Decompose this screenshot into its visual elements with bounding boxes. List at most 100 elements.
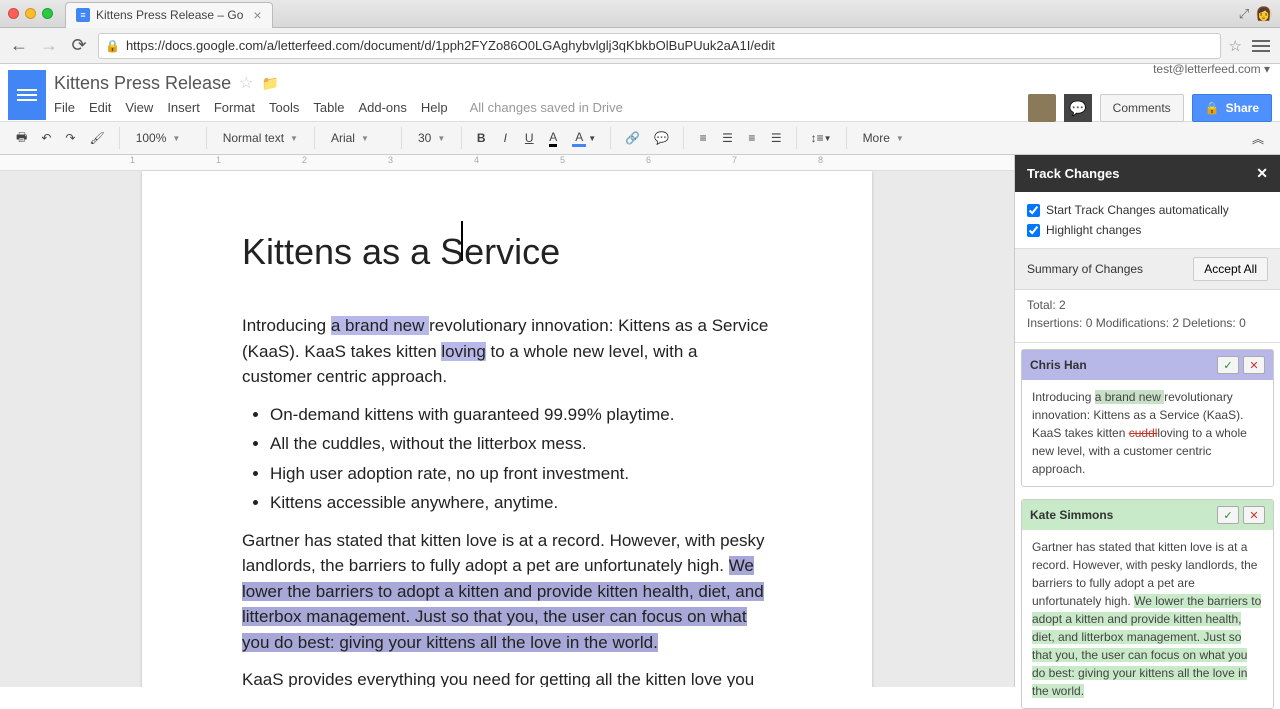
document-heading[interactable]: Kittens as a Service	[242, 231, 772, 273]
docs-header: Kittens Press Release ☆ 📁 File Edit View…	[0, 64, 1280, 121]
window-expand-icon[interactable]: ⤢	[1236, 6, 1252, 22]
italic-icon[interactable]: I	[494, 126, 516, 150]
list-item[interactable]: On-demand kittens with guaranteed 99.99%…	[270, 402, 772, 428]
browser-url-bar: ← → ⟳ 🔒 https://docs.google.com/a/letter…	[0, 28, 1280, 64]
align-left-icon[interactable]: ≡	[692, 126, 714, 150]
style-dropdown[interactable]: Normal text▼	[215, 127, 306, 149]
collaborator-avatar[interactable]	[1028, 94, 1056, 122]
accept-change-button[interactable]: ✓	[1217, 356, 1239, 374]
more-dropdown[interactable]: More▼	[855, 127, 912, 149]
horizontal-ruler[interactable]: 1 1 2 3 4 5 6 7 8	[0, 155, 1014, 171]
highlight-color-icon[interactable]: A▼	[566, 126, 602, 150]
highlight-span: a brand new	[331, 316, 429, 335]
print-icon[interactable]: 🖶	[10, 126, 33, 150]
menu-insert[interactable]: Insert	[167, 100, 200, 115]
browser-tab-bar: ≡ Kittens Press Release – Go × ⤢ 👩	[0, 0, 1280, 28]
share-button[interactable]: 🔒 Share	[1192, 94, 1272, 122]
menu-tools[interactable]: Tools	[269, 100, 299, 115]
list-item[interactable]: Kittens accessible anywhere, anytime.	[270, 490, 772, 516]
lock-icon: 🔒	[105, 39, 120, 53]
font-size-dropdown[interactable]: 30▼	[410, 127, 453, 149]
menu-table[interactable]: Table	[313, 100, 344, 115]
collapse-toolbar-icon[interactable]: ︽	[1246, 126, 1270, 150]
sidebar-close-icon[interactable]: ✕	[1256, 165, 1268, 182]
list-item[interactable]: All the cuddles, without the litterbox m…	[270, 431, 772, 457]
undo-icon[interactable]: ↶	[35, 126, 57, 150]
bold-icon[interactable]: B	[470, 126, 492, 150]
change-card[interactable]: Kate Simmons ✓ ✕ Gartner has stated that…	[1021, 499, 1274, 709]
url-text: https://docs.google.com/a/letterfeed.com…	[126, 38, 775, 53]
window-close[interactable]	[8, 8, 19, 19]
line-spacing-icon[interactable]: ↕≡▼	[805, 126, 838, 150]
docs-favicon-icon: ≡	[76, 8, 90, 22]
change-author-header: Chris Han ✓ ✕	[1022, 350, 1273, 380]
docs-logo-icon[interactable]	[8, 70, 46, 120]
text-color-icon[interactable]: A	[542, 126, 564, 150]
change-author: Kate Simmons	[1030, 508, 1113, 522]
browser-menu-icon[interactable]	[1250, 35, 1272, 57]
insert-link-icon[interactable]: 🔗	[619, 126, 646, 150]
browser-tab[interactable]: ≡ Kittens Press Release – Go ×	[65, 2, 273, 28]
document-body[interactable]: Introducing a brand new revolutionary in…	[242, 313, 772, 687]
window-minimize[interactable]	[25, 8, 36, 19]
sidebar-header: Track Changes ✕	[1015, 155, 1280, 192]
menu-format[interactable]: Format	[214, 100, 255, 115]
comments-button[interactable]: Comments	[1100, 94, 1184, 122]
zoom-dropdown[interactable]: 100%▼	[128, 127, 198, 149]
redo-icon[interactable]: ↷	[59, 126, 81, 150]
checkbox-auto-track[interactable]	[1027, 204, 1040, 217]
folder-icon[interactable]: 📁	[261, 75, 278, 92]
document-title[interactable]: Kittens Press Release	[54, 73, 231, 94]
document-canvas[interactable]: 1 1 2 3 4 5 6 7 8 Kittens as a Service I…	[0, 155, 1014, 687]
nav-reload-icon[interactable]: ⟳	[68, 35, 90, 57]
tab-close-icon[interactable]: ×	[253, 7, 261, 23]
option-auto-track[interactable]: Start Track Changes automatically	[1027, 200, 1268, 220]
save-status: All changes saved in Drive	[470, 100, 623, 115]
change-card[interactable]: Chris Han ✓ ✕ Introducing a brand new re…	[1021, 349, 1274, 487]
summary-total: Total: 2	[1027, 296, 1268, 314]
menu-help[interactable]: Help	[421, 100, 448, 115]
window-zoom[interactable]	[42, 8, 53, 19]
summary-title: Summary of Changes	[1027, 262, 1143, 276]
tab-title: Kittens Press Release – Go	[96, 8, 243, 22]
reject-change-button[interactable]: ✕	[1243, 506, 1265, 524]
url-input[interactable]: 🔒 https://docs.google.com/a/letterfeed.c…	[98, 33, 1221, 59]
reject-change-button[interactable]: ✕	[1243, 356, 1265, 374]
insert-comment-icon[interactable]: 💬	[648, 126, 675, 150]
bookmark-star-icon[interactable]: ☆	[1229, 37, 1242, 55]
menu-edit[interactable]: Edit	[89, 100, 111, 115]
share-lock-icon: 🔒	[1205, 101, 1220, 115]
menu-addons[interactable]: Add-ons	[358, 100, 406, 115]
nav-back-icon[interactable]: ←	[8, 35, 30, 57]
chat-icon[interactable]: 💬	[1064, 94, 1092, 122]
menu-file[interactable]: File	[54, 100, 75, 115]
checkbox-highlight[interactable]	[1027, 224, 1040, 237]
option-highlight[interactable]: Highlight changes	[1027, 220, 1268, 240]
change-body: Gartner has stated that kitten love is a…	[1022, 530, 1273, 708]
window-traffic-lights	[8, 8, 53, 19]
change-author: Chris Han	[1030, 358, 1087, 372]
menu-view[interactable]: View	[125, 100, 153, 115]
sidebar-options: Start Track Changes automatically Highli…	[1015, 192, 1280, 249]
user-avatar-icon[interactable]: 👩	[1256, 6, 1272, 22]
doc-star-icon[interactable]: ☆	[239, 73, 253, 93]
highlight-span: loving	[441, 342, 485, 361]
align-right-icon[interactable]: ≡	[741, 126, 763, 150]
paint-format-icon[interactable]: 🖌	[83, 126, 110, 150]
list-item[interactable]: High user adoption rate, no up front inv…	[270, 461, 772, 487]
document-page[interactable]: Kittens as a Service Introducing a brand…	[142, 171, 872, 687]
accept-change-button[interactable]: ✓	[1217, 506, 1239, 524]
formatting-toolbar: 🖶 ↶ ↷ 🖌 100%▼ Normal text▼ Arial▼ 30▼ B …	[0, 121, 1280, 155]
track-changes-sidebar: Track Changes ✕ Start Track Changes auto…	[1014, 155, 1280, 687]
nav-forward-icon[interactable]: →	[38, 35, 60, 57]
user-email[interactable]: test@letterfeed.com ▾	[1153, 62, 1270, 76]
underline-icon[interactable]: U	[518, 126, 540, 150]
summary-breakdown: Insertions: 0 Modifications: 2 Deletions…	[1027, 314, 1268, 332]
align-center-icon[interactable]: ☰	[716, 126, 739, 150]
font-dropdown[interactable]: Arial▼	[323, 127, 393, 149]
change-body: Introducing a brand new revolutionary in…	[1022, 380, 1273, 486]
align-justify-icon[interactable]: ☰	[765, 126, 788, 150]
summary-header: Summary of Changes Accept All	[1015, 249, 1280, 290]
accept-all-button[interactable]: Accept All	[1193, 257, 1268, 281]
sidebar-title: Track Changes	[1027, 166, 1120, 181]
